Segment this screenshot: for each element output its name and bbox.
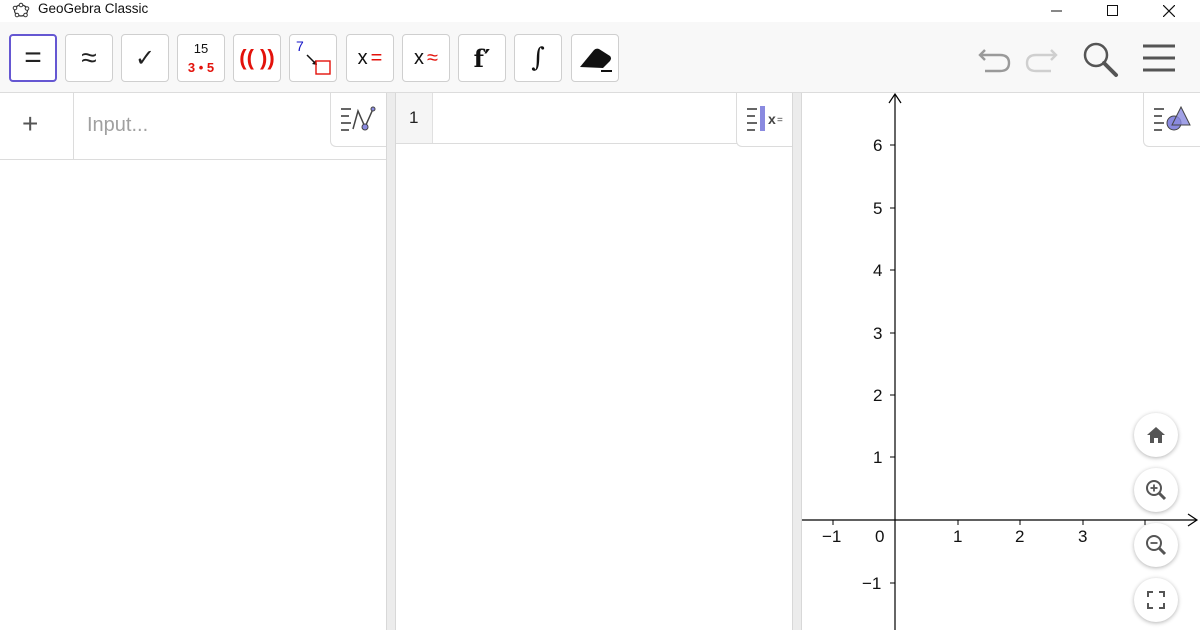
keep-input-tool[interactable]: ✓: [121, 34, 169, 82]
geogebra-logo-icon: [12, 2, 30, 18]
maximize-button[interactable]: [1090, 0, 1136, 22]
graphics-style-button[interactable]: [1143, 93, 1200, 147]
redo-icon[interactable]: [1023, 40, 1059, 76]
factor-tool[interactable]: 15 3 • 5: [177, 34, 225, 82]
window-title: GeoGebra Classic: [38, 1, 149, 16]
delete-tool[interactable]: [571, 34, 619, 82]
cas-row-number-cell: 1: [396, 93, 433, 143]
substitute-arrow-icon: [306, 54, 331, 75]
fullscreen-button[interactable]: [1134, 578, 1178, 622]
expand-tool-label: (( )): [239, 45, 275, 70]
algebra-input-row: + Input...: [0, 93, 386, 160]
panel-divider-left[interactable]: [386, 93, 396, 630]
substitute-tool[interactable]: 7: [289, 34, 337, 82]
solve-tool-sign: =: [370, 46, 383, 69]
y-tick-label: 1: [873, 448, 882, 467]
algebra-view: + Input...: [0, 93, 387, 630]
cas-toolbar: = ≈ ✓ 15 3 • 5 (( )) 7 x = x ≈ f′ ∫: [0, 22, 1200, 93]
integral-tool-label: ∫: [531, 43, 545, 73]
solve-tool[interactable]: x =: [346, 34, 394, 82]
x-tick-label: 1: [953, 527, 962, 546]
graphics-style-icon: [1154, 105, 1191, 131]
factor-tool-top: 15: [193, 41, 209, 56]
standard-view-button[interactable]: [1134, 413, 1178, 457]
x-tick-label: 2: [1015, 527, 1024, 546]
zoom-out-icon: [1146, 535, 1167, 556]
y-tick-label: 6: [873, 136, 882, 155]
y-tick-label: 3: [873, 324, 882, 343]
evaluate-tool[interactable]: =: [9, 34, 57, 82]
window-title-bar: GeoGebra Classic: [0, 0, 1200, 22]
integral-tool[interactable]: ∫: [514, 34, 562, 82]
expand-tool[interactable]: (( )): [233, 34, 281, 82]
derivative-tool[interactable]: f′: [458, 34, 506, 82]
cas-style-button[interactable]: x =: [736, 93, 793, 147]
evaluate-tool-label: =: [24, 41, 42, 74]
zoom-out-button[interactable]: [1134, 523, 1178, 567]
close-icon: [1163, 5, 1175, 17]
algebra-input-field[interactable]: Input...: [87, 114, 148, 137]
cas-style-icon: x =: [747, 106, 783, 131]
maximize-icon: [1107, 5, 1118, 16]
cas-row[interactable]: 1: [396, 93, 792, 144]
cas-view: 1 x =: [396, 93, 793, 630]
factor-tool-bottom: 3 • 5: [187, 60, 215, 75]
keep-input-tool-label: ✓: [134, 44, 156, 72]
solve-numerically-sign: ≈: [427, 46, 438, 69]
zoom-in-icon: [1146, 480, 1167, 501]
minimize-icon: [1051, 10, 1062, 12]
input-separator: [73, 93, 74, 159]
panel-divider-right[interactable]: [792, 93, 802, 630]
minimize-button[interactable]: [1034, 0, 1080, 22]
solve-numerically-variable: x: [414, 46, 424, 69]
menu-icon[interactable]: [1141, 42, 1177, 76]
svg-text:=: =: [777, 115, 783, 126]
zoom-in-button[interactable]: [1134, 468, 1178, 512]
add-item-icon[interactable]: +: [22, 109, 38, 139]
svg-text:x: x: [768, 111, 776, 127]
solve-numerically-tool[interactable]: x ≈: [402, 34, 450, 82]
algebra-style-button[interactable]: [330, 93, 387, 147]
solve-tool-variable: x: [357, 46, 368, 69]
y-tick-label: −1: [862, 574, 881, 593]
numeric-tool[interactable]: ≈: [65, 34, 113, 82]
fullscreen-icon: [1147, 591, 1165, 609]
eraser-icon: [580, 48, 612, 72]
x-tick-label: 3: [1078, 527, 1087, 546]
origin-label: 0: [875, 527, 884, 546]
cas-row-number: 1: [409, 108, 419, 127]
search-icon[interactable]: [1081, 40, 1121, 80]
close-button[interactable]: [1146, 0, 1192, 22]
home-icon: [1147, 427, 1165, 443]
y-tick-label: 5: [873, 199, 882, 218]
y-tick-marks: [890, 144, 895, 584]
derivative-tool-label: f′: [473, 43, 491, 73]
undo-icon[interactable]: [977, 40, 1013, 76]
y-tick-label: 2: [873, 386, 882, 405]
numeric-tool-label: ≈: [81, 42, 97, 73]
algebra-graph-style-icon: [341, 106, 376, 131]
x-tick-marks: [832, 520, 1146, 525]
y-tick-label: 4: [873, 261, 882, 280]
x-tick-label: −1: [822, 527, 841, 546]
